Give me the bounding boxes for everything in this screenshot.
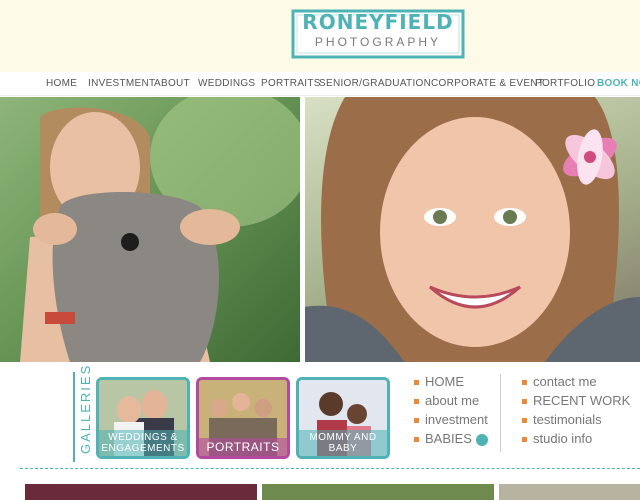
gallery-tile-weddings[interactable]: WEDDINGS & ENGAGEMENTS (96, 377, 190, 459)
bullet-icon (414, 380, 419, 386)
bottom-photo-1[interactable] (25, 484, 257, 500)
menu-links-right: contact me RECENT WORK testimonials stud… (522, 374, 630, 450)
menu-link-studio-info[interactable]: studio info (522, 431, 630, 450)
gallery-tile-portraits[interactable]: PORTRAITS (196, 377, 290, 459)
menu-link-contact-me-label: contact me (533, 374, 597, 389)
nav-portraits[interactable]: PORTRAITS (261, 78, 321, 89)
bullet-icon (522, 380, 527, 386)
bullet-icon (414, 437, 419, 443)
menu-link-studio-info-label: studio info (533, 431, 593, 446)
galleries-section: GALLERIES WEDDINGS & ENGAGEMENTS PORTRAI… (0, 362, 640, 470)
menu-links-left: HOME about me investment BABIES (414, 374, 488, 450)
logo-subtitle: PHOTOGRAPHY (314, 35, 442, 49)
bullet-icon (522, 399, 527, 405)
bird-icon (475, 433, 488, 446)
gallery-tile-mommy-baby[interactable]: MOMMY AND BABY (296, 377, 390, 459)
gallery-caption-weddings: WEDDINGS & ENGAGEMENTS (99, 430, 187, 456)
gallery-caption-portraits: PORTRAITS (199, 438, 287, 456)
dashed-divider (20, 468, 640, 469)
nav-home[interactable]: HOME (46, 78, 77, 89)
menu-link-investment-label: investment (425, 412, 488, 427)
menu-link-home[interactable]: HOME (414, 374, 488, 393)
site-header: RONEYFIELD PHOTOGRAPHY (0, 0, 640, 72)
nav-investment[interactable]: INVESTMENT (88, 78, 155, 89)
bullet-icon (414, 418, 419, 424)
menu-link-babies-label: BABIES (425, 431, 472, 446)
menu-link-contact-me[interactable]: contact me (522, 374, 630, 393)
photo-left-illustration (20, 97, 300, 362)
menu-link-investment[interactable]: investment (414, 412, 488, 431)
bullet-icon (522, 437, 527, 443)
gallery-caption-mommy-baby: MOMMY AND BABY (299, 430, 387, 456)
menu-link-about-me-label: about me (425, 393, 480, 408)
nav-weddings[interactable]: WEDDINGS (198, 78, 255, 89)
nav-corporate-event[interactable]: CORPORATE & EVENT (431, 78, 544, 89)
menu-link-recent-work[interactable]: RECENT WORK (522, 393, 630, 412)
hero-photo-girl-with-flower (305, 97, 640, 362)
main-nav: HOME INVESTMENT ABOUT WEDDINGS PORTRAITS… (0, 72, 640, 96)
nav-senior-graduation[interactable]: SENIOR/GRADUATION (319, 78, 431, 89)
bullet-icon (522, 418, 527, 424)
galleries-label: GALLERIES (78, 363, 93, 454)
menu-link-home-label: HOME (425, 374, 464, 389)
menu-link-babies[interactable]: BABIES (414, 431, 488, 450)
nav-about[interactable]: ABOUT (154, 78, 190, 89)
menu-link-about-me[interactable]: about me (414, 393, 488, 412)
menu-link-recent-work-label: RECENT WORK (533, 393, 631, 408)
logo-title: RONEYFIELD (302, 10, 454, 34)
bottom-photo-2[interactable] (262, 484, 494, 500)
menu-link-testimonials[interactable]: testimonials (522, 412, 630, 431)
menu-link-testimonials-label: testimonials (533, 412, 602, 427)
menu-divider (500, 374, 501, 452)
nav-portfolio[interactable]: PORTFOLIO (535, 78, 595, 89)
bullet-icon (414, 399, 419, 405)
nav-book-now[interactable]: BOOK NO (597, 78, 640, 89)
bottom-photo-3[interactable] (499, 484, 640, 500)
photo-right-illustration (305, 97, 640, 362)
hero-photo-girl-with-dog (0, 97, 300, 362)
